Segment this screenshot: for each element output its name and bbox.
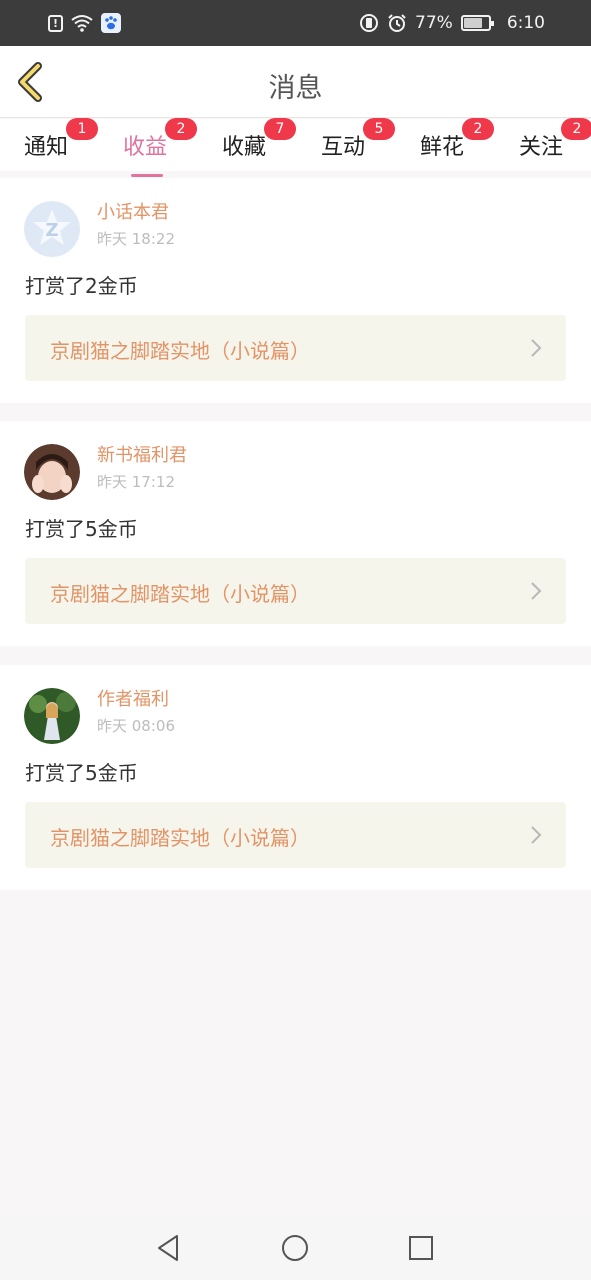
tab-favorites[interactable]: 收藏 7: [222, 118, 296, 161]
tab-label: 收藏: [222, 135, 267, 160]
avatar[interactable]: [24, 444, 80, 500]
tab-bar: 通知 1 收益 2 收藏 7 互动 5 鲜花 2 关注 2: [0, 118, 591, 177]
tab-badge: 7: [264, 118, 296, 140]
tab-badge: 5: [363, 118, 395, 140]
back-triangle-icon[interactable]: [153, 1232, 185, 1264]
tab-label: 互动: [321, 135, 366, 160]
status-left: !: [48, 13, 121, 33]
tab-label: 收益: [123, 135, 168, 160]
avatar[interactable]: [24, 688, 80, 744]
tab-badge: 1: [66, 118, 98, 140]
wifi-icon: [71, 14, 93, 32]
status-right: 77% 6:10: [359, 13, 545, 33]
vibrate-icon: [359, 13, 379, 33]
battery-percent: 77%: [415, 13, 453, 33]
system-nav-bar: [0, 1216, 591, 1280]
battery-fill: [463, 18, 482, 28]
active-tab-indicator: [131, 174, 163, 177]
baidu-app-icon: [101, 13, 121, 33]
message-card: Z 小话本君 昨天 18:22 打赏了2金币 京剧猫之脚踏实地（小说篇）: [0, 178, 591, 403]
header: 消息: [0, 46, 591, 118]
message-time: 昨天 18:22: [97, 230, 175, 248]
tab-earnings[interactable]: 收益 2: [123, 118, 197, 177]
home-circle-icon[interactable]: [279, 1232, 311, 1264]
book-title: 京剧猫之脚踏实地（小说篇）: [50, 339, 310, 363]
alarm-icon: [387, 13, 407, 33]
book-link[interactable]: 京剧猫之脚踏实地（小说篇）: [25, 315, 566, 381]
tab-badge: 2: [462, 118, 494, 140]
tab-badge: 2: [561, 118, 591, 140]
tab-label: 鲜花: [420, 135, 465, 160]
chevron-right-icon: [531, 826, 542, 844]
message-card: 作者福利 昨天 08:06 打赏了5金币 京剧猫之脚踏实地（小说篇）: [0, 665, 591, 890]
tab-follow[interactable]: 关注 2: [519, 118, 591, 161]
status-bar: ! 77% 6:10: [0, 0, 591, 46]
reward-text: 打赏了5金币: [25, 761, 138, 785]
battery-icon: [460, 15, 494, 31]
user-name[interactable]: 作者福利: [97, 685, 169, 711]
recents-square-icon[interactable]: [405, 1232, 437, 1264]
chevron-right-icon: [531, 582, 542, 600]
chevron-right-icon: [531, 339, 542, 357]
tab-notifications[interactable]: 通知 1: [24, 118, 98, 161]
clock: 6:10: [506, 13, 545, 33]
page-title: 消息: [268, 73, 323, 104]
book-title: 京剧猫之脚踏实地（小说篇）: [50, 826, 310, 850]
tab-label: 通知: [24, 135, 69, 160]
tab-label: 关注: [519, 135, 564, 160]
user-name[interactable]: 小话本君: [97, 198, 169, 224]
tab-flowers[interactable]: 鲜花 2: [420, 118, 494, 161]
user-name[interactable]: 新书福利君: [97, 441, 187, 467]
avatar[interactable]: Z: [24, 201, 80, 257]
tab-badge: 2: [165, 118, 197, 140]
message-time: 昨天 17:12: [97, 473, 175, 491]
tab-interactions[interactable]: 互动 5: [321, 118, 395, 161]
alert-icon: !: [48, 14, 63, 32]
svg-text:Z: Z: [45, 220, 58, 241]
reward-text: 打赏了5金币: [25, 517, 138, 541]
message-card: 新书福利君 昨天 17:12 打赏了5金币 京剧猫之脚踏实地（小说篇）: [0, 421, 591, 646]
reward-text: 打赏了2金币: [25, 274, 138, 298]
book-link[interactable]: 京剧猫之脚踏实地（小说篇）: [25, 558, 566, 624]
message-time: 昨天 08:06: [97, 717, 175, 735]
book-title: 京剧猫之脚踏实地（小说篇）: [50, 582, 310, 606]
book-link[interactable]: 京剧猫之脚踏实地（小说篇）: [25, 802, 566, 868]
